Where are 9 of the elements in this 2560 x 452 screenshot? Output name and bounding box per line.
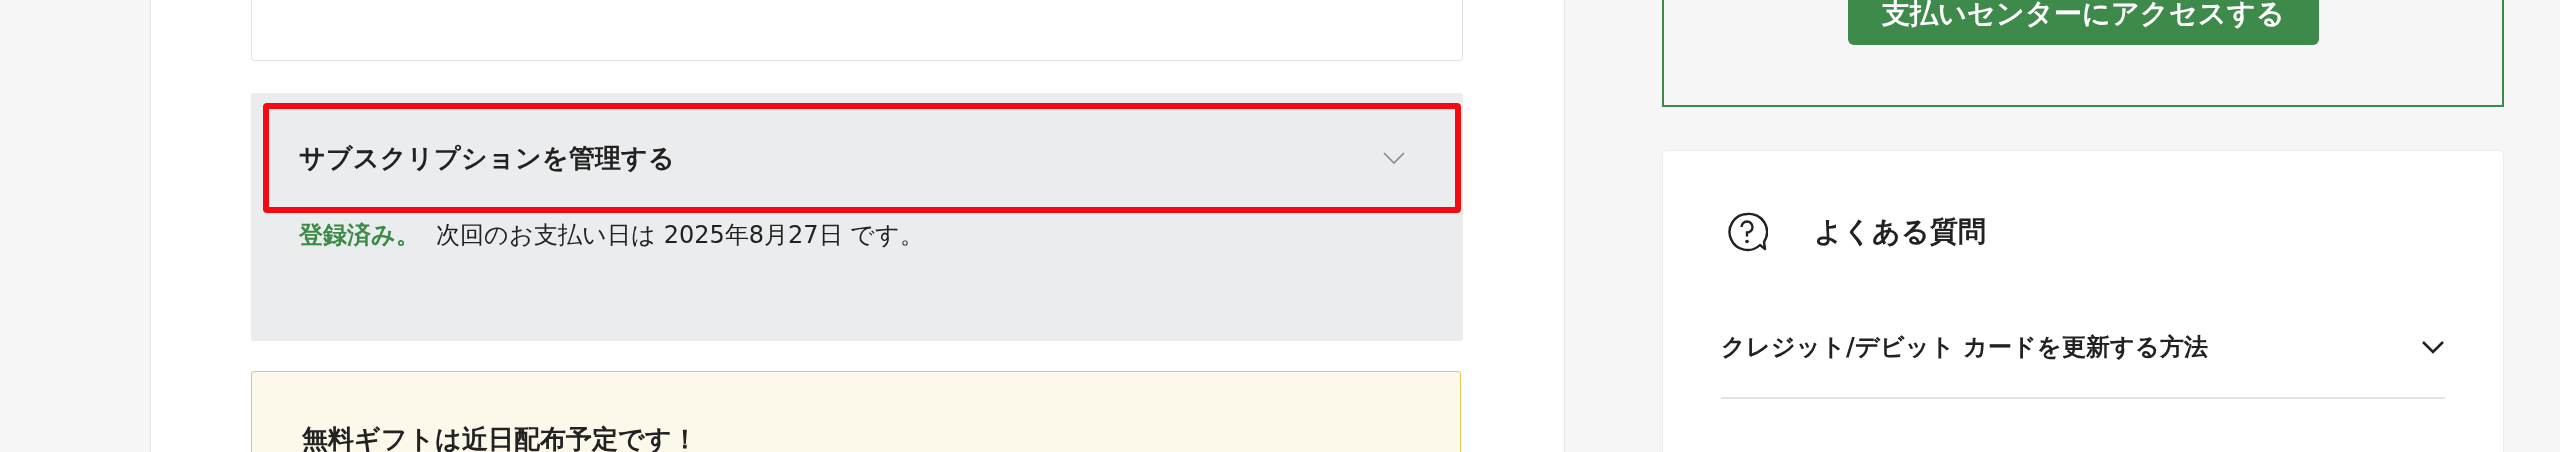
faq-title: よくある質問 (1814, 214, 1986, 250)
help-icon (1726, 211, 1768, 253)
status-text: 登録済み。 (299, 220, 420, 251)
faq-question: クレジット/デビット カードを更新する方法 (1721, 332, 2209, 363)
faq-item[interactable]: クレジット/デビット カードを更新する方法 (1721, 331, 2445, 399)
chevron-icon[interactable] (2421, 340, 2445, 354)
section-title: サブスクリプションを管理する (299, 141, 675, 175)
payment-date-text: 次回のお支払い日は 2025年8月27日 です。 (436, 220, 925, 251)
accordion-header[interactable]: サブスクリプションを管理する (263, 103, 1461, 213)
